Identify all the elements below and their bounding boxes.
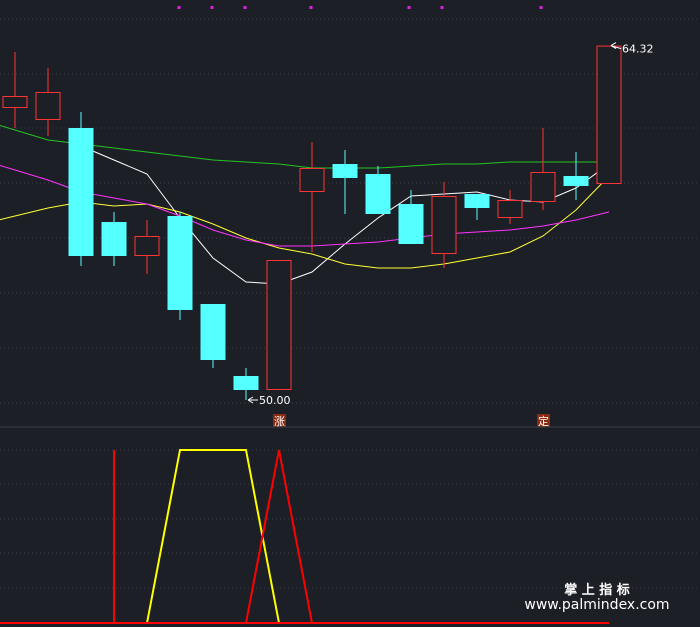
indicator-line-red (15, 449, 609, 624)
top-dot (177, 6, 181, 9)
candle-body (431, 196, 457, 254)
candle-body (497, 200, 523, 218)
candle-up (497, 190, 523, 224)
watermark-url: www.palmindex.com (524, 597, 669, 613)
top-dot (440, 6, 444, 9)
candle-up (2, 52, 28, 128)
signal-markers: 涨定 (273, 414, 550, 428)
candle-down (464, 194, 490, 220)
candle-body (299, 168, 325, 192)
candle-down (365, 166, 391, 214)
candle-body (167, 216, 193, 310)
annotation-label: 50.00 (259, 394, 291, 407)
marker-label: 涨 (274, 415, 285, 428)
candle-down (101, 212, 127, 266)
candle-down (563, 152, 589, 200)
chart-canvas: 50.0064.32 涨定 掌 上 指 标 www.palmindex.com (0, 6, 700, 624)
annotation-label: 64.32 (622, 43, 654, 56)
candle-body (2, 96, 28, 108)
candle-down (167, 212, 193, 320)
indicator-lines (0, 449, 609, 624)
stock-chart: 50.00 64.32 涨定 掌 上 指 标 www.palmindex.com (0, 0, 700, 627)
indicator-line-yellow (15, 449, 609, 624)
candle-body (134, 236, 160, 256)
marker-label: 定 (538, 414, 549, 428)
top-dot (210, 6, 214, 9)
candle-body (233, 376, 259, 390)
candle-body (563, 176, 589, 186)
signal-marker: 定 (537, 414, 550, 428)
candle-down (332, 150, 358, 214)
watermark-title: 掌 上 指 标 (564, 582, 630, 598)
candle-up (134, 220, 160, 274)
candle-up (530, 128, 556, 210)
candle-up (299, 142, 325, 252)
top-dot (407, 6, 411, 9)
candlesticks (2, 45, 622, 400)
candle-up (35, 68, 61, 136)
candle-down (200, 304, 226, 368)
candle-down (233, 368, 259, 400)
top-dot (539, 6, 543, 9)
candle-down (398, 190, 424, 244)
candle-body (596, 45, 622, 184)
top-dot (243, 6, 247, 9)
indicator-gridlines (0, 449, 700, 589)
main-gridlines (0, 18, 700, 404)
candle-body (101, 222, 127, 256)
candle-body (200, 304, 226, 360)
candle-body (68, 128, 94, 256)
candle-body (332, 164, 358, 178)
candle-body (365, 174, 391, 214)
top-dot (309, 6, 313, 9)
candle-body (398, 204, 424, 244)
candle-up (266, 260, 292, 390)
candle-body (35, 92, 61, 120)
candle-down (68, 112, 94, 266)
price-annotation: 50.00 (247, 394, 291, 407)
candle-body (530, 172, 556, 202)
candle-body (464, 194, 490, 208)
top-marker-dots (177, 6, 543, 9)
candle-body (266, 260, 292, 390)
candle-up (596, 45, 622, 184)
annotation-arrow (247, 396, 258, 404)
signal-marker: 涨 (273, 414, 286, 428)
